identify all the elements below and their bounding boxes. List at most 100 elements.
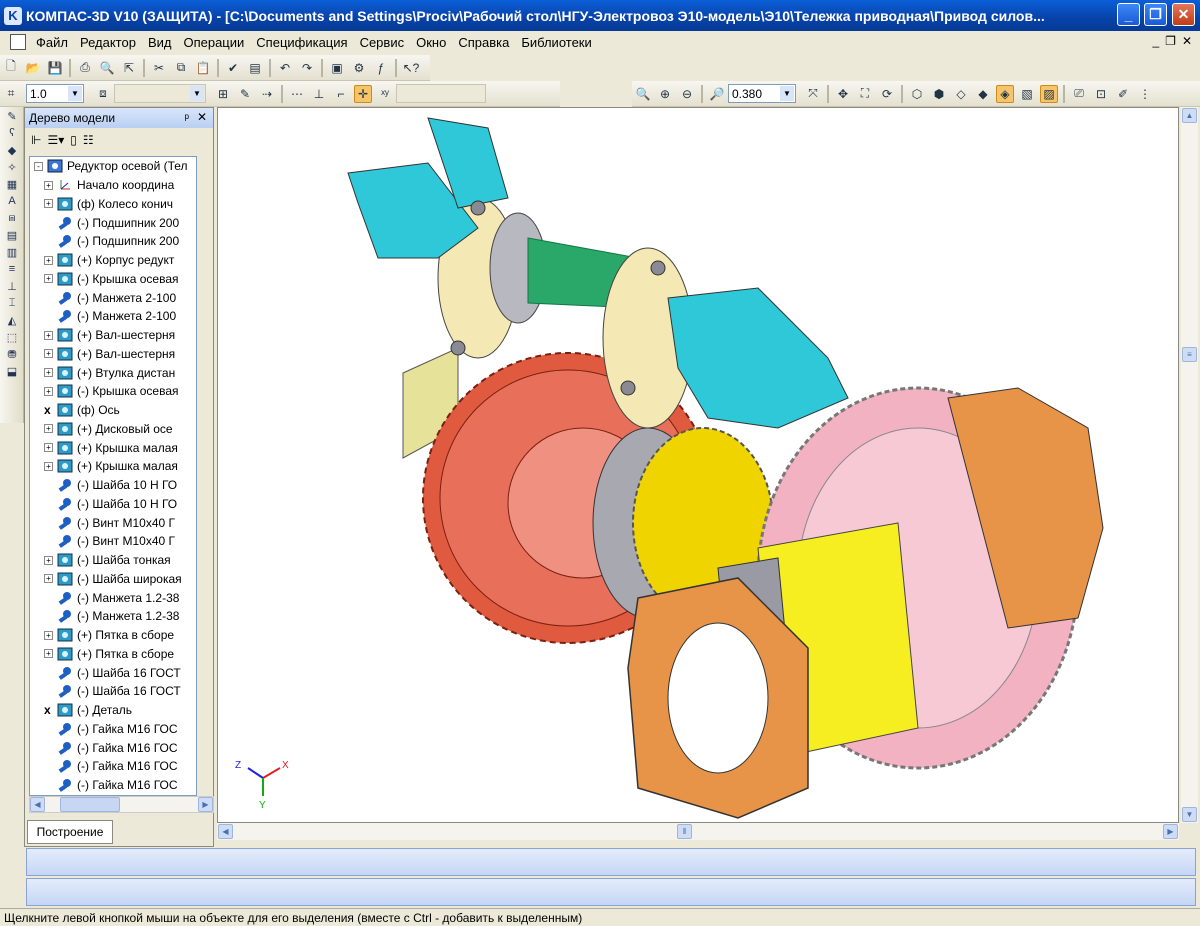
close-button[interactable]: ✕ <box>1172 3 1195 26</box>
expand-icon[interactable]: + <box>44 180 53 190</box>
chevron-down-icon[interactable]: ▼ <box>190 86 204 101</box>
mates-icon[interactable]: ⊥ <box>3 278 21 294</box>
variables-icon[interactable]: ⚙ <box>350 59 368 77</box>
tree-item[interactable]: x (-) Деталь <box>30 701 196 720</box>
manager-icon[interactable]: ▣ <box>328 59 346 77</box>
measure-icon[interactable]: ⌶ <box>3 295 21 311</box>
print-icon[interactable]: ⎙ <box>76 59 94 77</box>
shaded-edges-icon[interactable]: ◈ <box>996 84 1014 103</box>
expand-icon[interactable]: + <box>44 649 53 659</box>
chevron-down-icon[interactable]: ▼ <box>68 86 82 101</box>
scroll-up-icon[interactable]: ▲ <box>1182 108 1197 123</box>
new-file-icon[interactable]: 🗋 <box>2 59 20 77</box>
maximize-button[interactable]: ❐ <box>1144 3 1167 26</box>
menu-specification[interactable]: Спецификация <box>250 35 353 50</box>
expand-icon[interactable]: + <box>44 199 53 209</box>
redo-icon[interactable]: ↷ <box>298 59 316 77</box>
texture-icon[interactable]: ▨ <box>1040 84 1058 103</box>
function-icon[interactable]: ƒ <box>372 59 390 77</box>
tree-item[interactable]: x (ф) Ось <box>30 401 196 420</box>
expand-icon[interactable]: + <box>44 386 53 396</box>
tree-item[interactable]: + (+) Крышка малая <box>30 457 196 476</box>
edit-part-icon[interactable]: ✐ <box>1114 85 1132 103</box>
coordinate-field[interactable] <box>396 84 486 103</box>
minimize-button[interactable]: _ <box>1117 3 1140 26</box>
tree-item[interactable]: + (+) Дисковый осе <box>30 420 196 439</box>
zoom-combo[interactable]: 0.380 ▼ <box>728 84 796 103</box>
menu-operations[interactable]: Операции <box>177 35 250 50</box>
undo-icon[interactable]: ↶ <box>276 59 294 77</box>
tree-item[interactable]: + (-) Крышка осевая <box>30 382 196 401</box>
coordinates-icon[interactable]: ˣʸ <box>376 85 394 103</box>
layer-icon[interactable]: ⧈ <box>94 85 112 103</box>
tree-item[interactable]: + (+) Вал-шестерня <box>30 326 196 345</box>
tree-item[interactable]: + (+) Вал-шестерня <box>30 345 196 364</box>
copy-icon[interactable]: ⧉ <box>172 59 190 77</box>
scroll-down-icon[interactable]: ▼ <box>1182 807 1197 822</box>
edit-assembly-icon[interactable]: ✎ <box>3 108 21 124</box>
tree-item[interactable]: + (-) Шайба широкая <box>30 570 196 589</box>
mdi-minimize-button[interactable]: _ <box>1152 34 1159 48</box>
diagnostics-icon[interactable]: ◭ <box>3 312 21 328</box>
pencil-icon[interactable]: ✎ <box>236 85 254 103</box>
spatial-curves-icon[interactable]: ʕ <box>3 125 21 141</box>
tree-item[interactable]: (-) Манжета 1.2-38 <box>30 588 196 607</box>
zoom-scale-icon[interactable]: 🔎 <box>708 85 726 103</box>
scroll-thumb[interactable]: ≡ <box>1182 347 1197 362</box>
tree-item[interactable]: + (+) Крышка малая <box>30 438 196 457</box>
specification-icon[interactable]: ▤ <box>3 227 21 243</box>
orientation-icon[interactable]: ⤧ <box>804 85 822 103</box>
shaded-icon[interactable]: ◆ <box>974 85 992 103</box>
tree-item[interactable]: (-) Гайка M16 ГОС <box>30 720 196 739</box>
grid-icon[interactable]: ⋯ <box>288 85 306 103</box>
wireframe-icon[interactable]: ⬡ <box>908 85 926 103</box>
snap-icon[interactable]: ✛ <box>354 84 372 103</box>
orto-icon[interactable]: ⊥ <box>310 85 328 103</box>
viewport-horizontal-scrollbar[interactable]: ◀ ⦀ ▶ <box>217 823 1179 840</box>
menu-editor[interactable]: Редактор <box>74 35 142 50</box>
menu-file[interactable]: Файл <box>30 35 74 50</box>
tree-item[interactable]: (-) Манжета 1.2-38 <box>30 607 196 626</box>
tree-item[interactable]: + (ф) Колесо конич <box>30 195 196 214</box>
auxiliary-geometry-icon[interactable]: ✧ <box>3 159 21 175</box>
help-pointer-icon[interactable]: ↖? <box>402 59 420 77</box>
menu-view[interactable]: Вид <box>142 35 178 50</box>
tree-item[interactable]: (-) Манжета 2-100 <box>30 288 196 307</box>
collapse-icon[interactable]: - <box>34 161 43 171</box>
expand-icon[interactable]: + <box>44 443 53 453</box>
interfaces-icon[interactable]: ▦ <box>3 176 21 192</box>
scroll-right-icon[interactable]: ▶ <box>1163 824 1178 839</box>
tree-item[interactable]: (-) Шайба 16 ГОСТ <box>30 682 196 701</box>
sheet-metal-icon[interactable]: ≡ <box>3 261 21 277</box>
open-file-icon[interactable]: 📂 <box>24 59 42 77</box>
tree-item[interactable]: + (+) Корпус редукт <box>30 251 196 270</box>
tree-item[interactable]: - Редуктор осевой (Тел <box>30 157 196 176</box>
expand-icon[interactable]: + <box>44 555 53 565</box>
save-icon[interactable]: 💾 <box>46 59 64 77</box>
library-icon[interactable]: ▤ <box>246 59 264 77</box>
tree-item[interactable]: (-) Гайка M16 ГОС <box>30 776 196 795</box>
step-combo[interactable]: 1.0 ▼ <box>26 84 84 103</box>
chevron-down-icon[interactable]: ▼ <box>780 86 794 101</box>
tree-horizontal-scrollbar[interactable]: ◀ ▶ <box>29 796 214 813</box>
section-icon[interactable]: ⎚ <box>1070 85 1088 103</box>
tree-item[interactable]: (-) Манжета 2-100 <box>30 307 196 326</box>
more-tools-icon[interactable]: ⋮ <box>1136 85 1154 103</box>
tree-item[interactable]: (-) Гайка M16 ГОС <box>30 738 196 757</box>
reports-icon[interactable]: ▥ <box>3 244 21 260</box>
tree-item[interactable]: + (-) Шайба тонкая <box>30 551 196 570</box>
mdi-close-button[interactable]: ✕ <box>1182 34 1192 48</box>
selection-icon[interactable]: ⬚ <box>3 329 21 345</box>
tree-order-icon[interactable]: ☰▾ <box>47 133 64 147</box>
pin-icon[interactable]: ᵖ <box>184 111 189 125</box>
menu-window[interactable]: Окно <box>410 35 452 50</box>
cut-icon[interactable]: ✂ <box>150 59 168 77</box>
panel-close-icon[interactable]: ✕ <box>197 110 207 124</box>
tree-item[interactable]: + (+) Втулка дистан <box>30 363 196 382</box>
surfaces-icon[interactable]: ◆ <box>3 142 21 158</box>
tree-item[interactable]: (-) Гайка M16 ГОС <box>30 757 196 776</box>
expand-icon[interactable]: + <box>44 255 53 265</box>
cursor-icon[interactable]: ⌐ <box>332 85 350 103</box>
expand-icon[interactable]: + <box>44 330 53 340</box>
expand-icon[interactable]: + <box>44 424 53 434</box>
